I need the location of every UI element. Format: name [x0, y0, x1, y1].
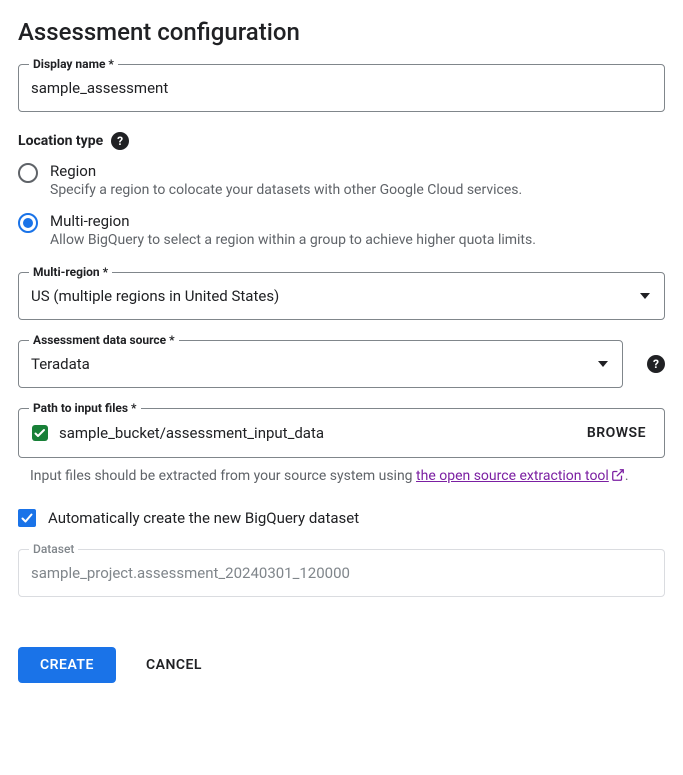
input-path-help-prefix: Input files should be extracted from you… — [30, 468, 416, 484]
multi-region-label: Multi-region * — [29, 265, 112, 279]
multi-region-field[interactable]: Multi-region * US (multiple regions in U… — [18, 272, 665, 320]
location-type-text: Location type — [18, 133, 103, 149]
auto-create-label: Automatically create the new BigQuery da… — [48, 509, 359, 527]
cancel-button[interactable]: CANCEL — [140, 656, 208, 674]
radio-option-region[interactable]: Region Specify a region to colocate your… — [18, 162, 665, 198]
auto-create-row[interactable]: Automatically create the new BigQuery da… — [18, 509, 665, 527]
location-type-label: Location type ? — [18, 132, 665, 150]
bucket-valid-icon — [31, 424, 49, 442]
input-path-help-suffix: . — [625, 468, 629, 484]
external-link-icon — [611, 468, 625, 489]
browse-button[interactable]: BROWSE — [581, 421, 652, 445]
dataset-label: Dataset — [29, 542, 78, 556]
dataset-field: Dataset — [18, 549, 665, 597]
radio-multi-region-desc: Allow BigQuery to select a region within… — [50, 232, 536, 248]
multi-region-value: US (multiple regions in United States) — [19, 273, 626, 319]
data-source-field[interactable]: Assessment data source * Teradata — [18, 340, 623, 388]
display-name-field[interactable]: Display name * — [18, 64, 665, 112]
input-path-help: Input files should be extracted from you… — [30, 466, 665, 489]
radio-region-title: Region — [50, 162, 522, 180]
display-name-label: Display name * — [29, 57, 118, 71]
input-path-label: Path to input files * — [29, 401, 141, 415]
radio-option-multi-region[interactable]: Multi-region Allow BigQuery to select a … — [18, 212, 665, 248]
radio-region-input[interactable] — [18, 163, 38, 183]
help-icon[interactable]: ? — [647, 355, 665, 373]
extraction-tool-link[interactable]: the open source extraction tool — [416, 468, 625, 484]
create-button[interactable]: CREATE — [18, 647, 116, 683]
display-name-input[interactable] — [19, 65, 664, 111]
radio-multi-region-title: Multi-region — [50, 212, 536, 230]
auto-create-checkbox[interactable] — [18, 509, 36, 527]
radio-multi-region-input[interactable] — [18, 213, 38, 233]
help-icon[interactable]: ? — [111, 132, 129, 150]
radio-region-desc: Specify a region to colocate your datase… — [50, 182, 522, 198]
dataset-input — [19, 550, 664, 596]
action-bar: CREATE CANCEL — [18, 647, 665, 683]
location-type-radio-group: Region Specify a region to colocate your… — [18, 162, 665, 248]
page-title: Assessment configuration — [18, 18, 665, 46]
input-path-value: sample_bucket/assessment_input_data — [59, 424, 571, 442]
chevron-down-icon[interactable] — [626, 293, 664, 299]
chevron-down-icon[interactable] — [584, 361, 622, 367]
input-path-field[interactable]: Path to input files * sample_bucket/asse… — [18, 408, 665, 458]
data-source-label: Assessment data source * — [29, 333, 179, 347]
data-source-value: Teradata — [19, 341, 584, 387]
